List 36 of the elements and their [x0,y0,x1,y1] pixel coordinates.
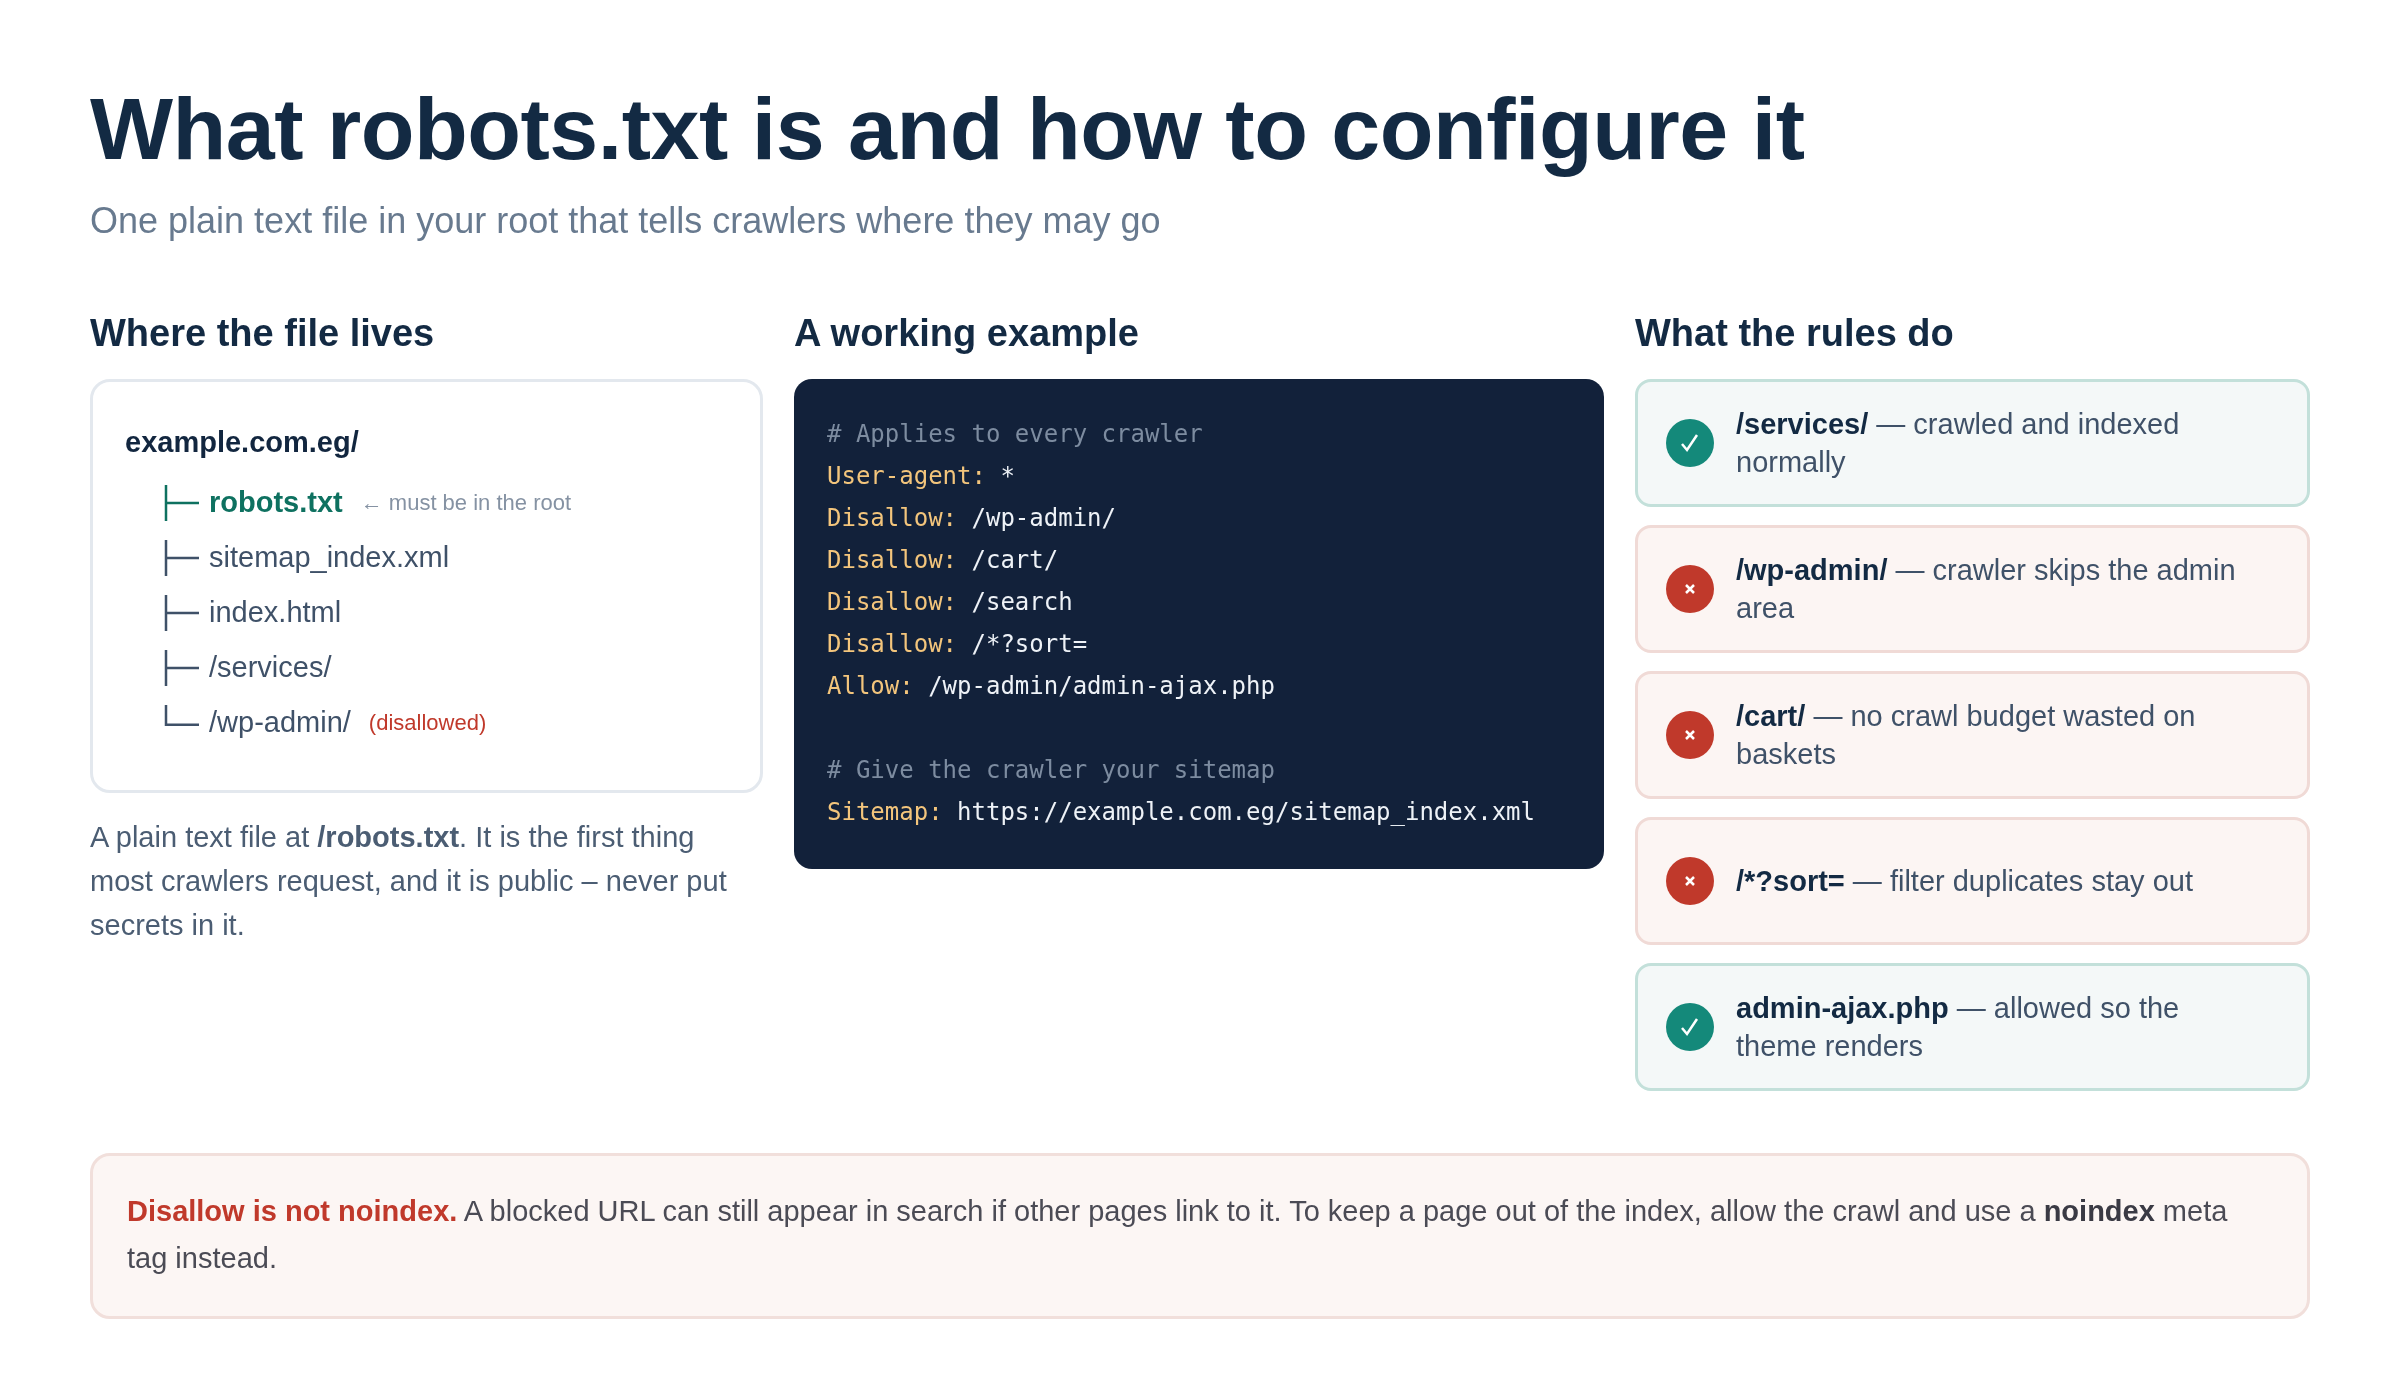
section-heading: A working example [794,312,1140,355]
tree-root: example.com.eg/ [125,426,360,459]
tree-note: ← must be in the root [360,489,572,516]
section-heading: What the rules do [1635,312,1955,355]
code-value: /*?sort= [971,630,1088,658]
code-comment: # Applies to every crawler [827,419,1204,450]
code-value: /search [971,588,1073,616]
tree-item: sitemap_index.xml [209,541,450,574]
code-value: * [1000,462,1015,490]
page-title: What robots.txt is and how to configure it [90,78,1806,180]
code-directive: Disallow: [827,504,958,532]
code-value: /cart/ [971,546,1059,574]
tree-note: (disallowed) [368,709,487,736]
rule-text: /cart/ — no crawl budget wasted on baskets [1736,699,2197,772]
rule-text: /*?sort= — filter duplicates stay out [1736,864,2194,899]
tree-item: index.html [209,596,342,629]
callout-text: Disallow is not noindex. A blocked URL can still appear in search if other pages link to it. To keep a page out of the index, allow the crawl and use a noindex meta tag instead. [127,1194,2229,1276]
rule-text: admin-ajax.php — allowed so the theme renders [1736,991,2181,1064]
code-directive: Disallow: [827,546,958,574]
code-value: /wp-admin/ [971,504,1116,532]
page-subtitle: One plain text file in your root that tells crawlers where they may go [90,200,1162,242]
tree-item: robots.txt [209,486,343,519]
code-directive: Allow: [827,672,914,700]
description: A plain text file at /robots.txt. It is the first thing most crawlers request, and it is public – never put secrets in it. [90,820,728,943]
tree-item: /wp-admin/ [209,706,351,739]
section-heading: Where the file lives [90,312,436,355]
rule-text: /services/ — crawled and indexed normally [1736,407,2181,480]
code-comment: # Give the crawler your sitemap [827,755,1276,786]
rule-text: /wp-admin/ — crawler skips the admin area [1736,553,2237,626]
code-value: /wp-admin/admin-ajax.php [928,672,1275,700]
code-directive: Disallow: [827,630,958,658]
code-directive: User-agent: [827,462,986,490]
tree-item: /services/ [209,651,332,684]
code-directive: Sitemap: [827,798,943,826]
code-directive: Disallow: [827,588,958,616]
code-value: https://example.com.eg/sitemap_index.xml [957,798,1535,826]
